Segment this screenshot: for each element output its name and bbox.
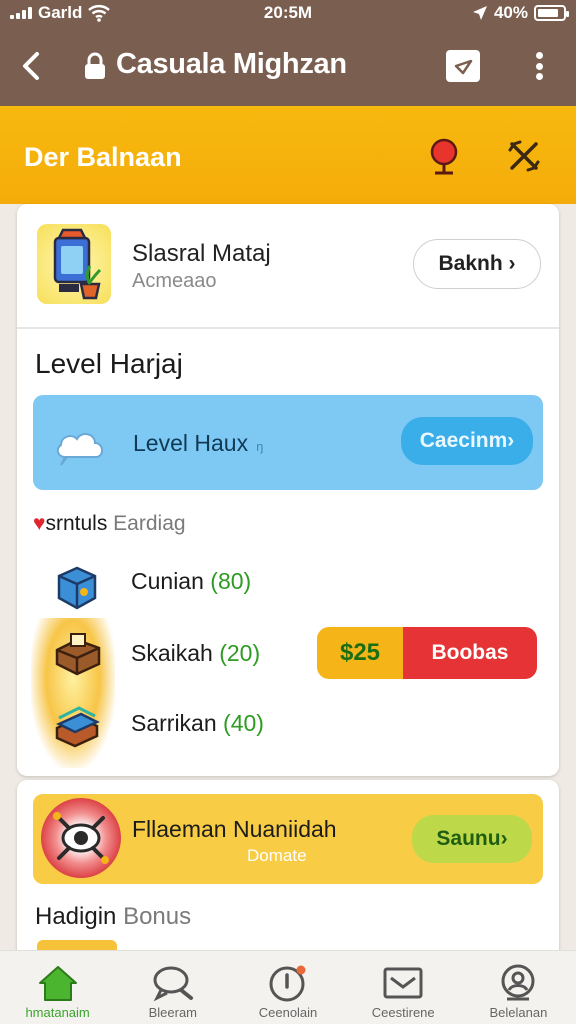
promo-subtitle: Domate [247,846,307,865]
nav-item-profile[interactable]: Belelanan [461,951,576,1024]
profile-icon [501,964,535,1001]
offer-buy-button[interactable]: Boobas [403,627,537,679]
level-banner-text: Level Haux ŋ [133,430,264,456]
promo-banner: Fllaeman Nuaniidah Domate Saunu› [33,794,543,884]
lantern-icon [53,228,102,300]
level-banner-small: ŋ [256,439,264,454]
section-header: Der Balnaan [0,106,576,204]
offer-price-tag[interactable]: $25 Boobas [317,627,537,679]
rewards-section-title: ♥srntuls Eardiag [33,512,186,535]
bottom-nav: hmatanaim Bleeram Ceenolain Ceestirene B… [0,950,576,1024]
more-options-button[interactable] [528,48,550,84]
header-title: Der Balnaan [24,142,182,172]
nav-label: Belelanan [489,1005,548,1020]
chat-search-icon [153,966,193,1002]
back-button[interactable] [16,46,46,86]
nav-item-mail[interactable]: Ceestirene [346,951,461,1024]
nav-label: Ceestirene [371,1005,435,1020]
status-bar: Garld 20:5M 40% [0,0,576,26]
nav-item-chat[interactable]: Bleeram [115,951,230,1024]
item-label: Skaikah (20) [131,640,261,666]
nav-item-home[interactable]: hmatanaim [0,951,115,1024]
promo-action-button[interactable]: Saunu› [412,815,532,863]
tabs-button[interactable] [446,50,480,82]
app-bar: Casuala Mighzan [0,26,576,106]
nav-label: Bleeram [148,1005,198,1020]
main-card: Slasral Mataj Acmeaao Baknh › Level Harj… [17,204,559,776]
page-title: Casuala Mighzan [116,48,347,80]
box-icon [57,566,97,610]
battery-icon [534,5,569,21]
level-heading: Level Harjaj [35,348,183,379]
book-icon [55,706,100,748]
location-arrow-icon [472,6,487,20]
map-pin-button[interactable] [424,136,464,176]
chevron-left-icon [23,52,39,80]
bonus-heading: Hadigin Bonus [35,903,192,930]
mail-icon [383,967,423,999]
info-alert-icon [269,965,306,1002]
item-label: Sarrikan (40) [131,710,264,736]
close-button[interactable] [504,136,544,176]
map-pin-icon [430,138,458,175]
nav-item-info[interactable]: Ceenolain [230,951,345,1024]
profile-name: Slasral Mataj [132,240,271,267]
level-action-button[interactable]: Caecinm› [401,417,533,465]
lock-icon [85,52,105,79]
promo-title: Fllaeman Nuaniidah [132,816,337,842]
level-banner: Level Haux ŋ Caecinm› [33,395,543,490]
close-icon [508,140,540,172]
eye-target-icon [53,812,109,864]
divider [17,327,559,329]
home-icon [38,966,77,1001]
promo-icon [41,798,121,878]
nav-label: hmatanaim [25,1005,90,1020]
profile-action-button[interactable]: Baknh › [413,239,541,289]
promo-card: Fllaeman Nuaniidah Domate Saunu› Hadigin… [17,780,559,960]
offer-price: $25 [317,627,403,679]
tabs-icon [454,59,473,75]
profile-subtitle: Acmeaao [132,270,217,292]
item-label: Cunian (80) [131,568,252,594]
cloud-icon [56,433,103,466]
treasure-chest-icon [55,633,101,676]
profile-avatar [37,224,111,304]
nav-label: Ceenolain [258,1005,318,1020]
heart-icon: ♥ [33,512,46,535]
battery-percent: 40% [493,3,528,22]
